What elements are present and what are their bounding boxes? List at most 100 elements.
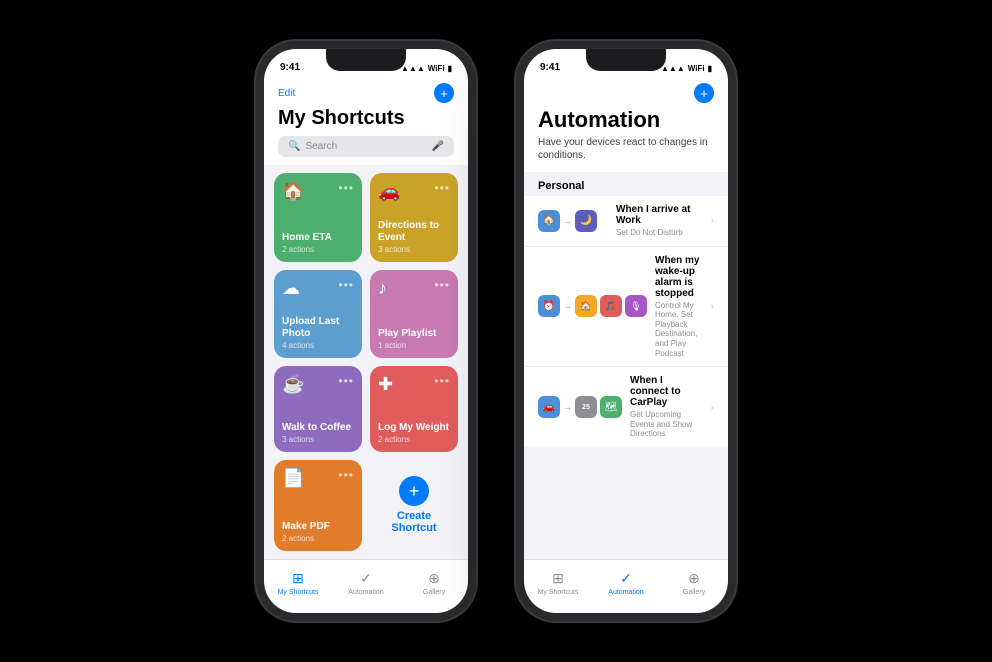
battery-icon-2: ▮: [708, 64, 712, 73]
page-title-shortcuts: My Shortcuts: [278, 107, 454, 130]
arrow-2: →: [563, 301, 572, 311]
tile-walk-coffee[interactable]: ☕ ••• Walk to Coffee 3 actions: [274, 366, 362, 452]
carplay-25-icon: 25: [575, 396, 597, 418]
tile-actions-directions: 3 actions: [378, 245, 450, 254]
status-icons-2: ▲▲▲ WiFi ▮: [661, 64, 712, 73]
work-moon-icon: 🌙: [575, 210, 597, 232]
tile-icon-cloud: ☁: [282, 278, 300, 299]
tile-name-playlist: Play Playlist: [378, 328, 450, 340]
alarm-info: When my wake-up alarm is stopped Control…: [655, 255, 703, 359]
tile-name-pdf: Make PDF: [282, 521, 354, 533]
tile-make-pdf[interactable]: 📄 ••• Make PDF 2 actions: [274, 460, 362, 552]
wifi-icon-2: WiFi: [688, 64, 705, 73]
tile-icon-car: 🚗: [378, 181, 400, 202]
add-automation-button[interactable]: +: [694, 83, 714, 103]
gallery-tab-label-1: Gallery: [423, 589, 445, 596]
work-home-icon: 🏠: [538, 210, 560, 232]
create-shortcut-label: Create Shortcut: [378, 510, 450, 534]
create-shortcut-button[interactable]: +: [399, 476, 429, 506]
carplay-chevron: ›: [711, 402, 714, 413]
tab-my-shortcuts-2[interactable]: ⊞ My Shortcuts: [524, 570, 592, 596]
tile-menu-home[interactable]: •••: [338, 181, 354, 195]
work-icons: 🏠 → 🌙: [538, 210, 608, 232]
mic-icon: 🎤: [432, 141, 444, 152]
alarm-music-icon: 🎵: [600, 295, 622, 317]
shortcuts-grid: 🏠 ••• Home ETA 2 actions 🚗 ••• Direction…: [264, 165, 468, 559]
tab-automation-1[interactable]: ✓ Automation: [332, 570, 400, 596]
edit-button[interactable]: Edit: [278, 88, 295, 99]
tile-menu-coffee[interactable]: •••: [338, 374, 354, 388]
notch: [326, 49, 406, 71]
tile-name-home: Home ETA: [282, 232, 354, 244]
add-shortcut-button[interactable]: +: [434, 83, 454, 103]
tile-upload-photo[interactable]: ☁ ••• Upload Last Photo 4 actions: [274, 270, 362, 359]
automation-page-title: Automation: [538, 107, 714, 133]
tab-automation-2[interactable]: ✓ Automation: [592, 570, 660, 596]
tile-play-playlist[interactable]: ♪ ••• Play Playlist 1 action: [370, 270, 458, 359]
status-icons-1: ▲▲▲ WiFi ▮: [401, 64, 452, 73]
gallery-tab-icon-1: ⊕: [428, 570, 440, 587]
tile-name-weight: Log My Weight: [378, 422, 450, 434]
tile-menu-weight[interactable]: •••: [434, 374, 450, 388]
work-info: When I arrive at Work Set Do Not Disturb: [616, 204, 703, 238]
carplay-subtitle: Get Upcoming Events and Show Directions: [630, 410, 703, 439]
tab-gallery-2[interactable]: ⊕ Gallery: [660, 570, 728, 596]
tile-icon-coffee: ☕: [282, 374, 304, 395]
tab-bar-2: ⊞ My Shortcuts ✓ Automation ⊕ Gallery: [524, 559, 728, 613]
work-title: When I arrive at Work: [616, 204, 703, 226]
tab-gallery-1[interactable]: ⊕ Gallery: [400, 570, 468, 596]
tile-menu-car[interactable]: •••: [434, 181, 450, 195]
create-shortcut-tile[interactable]: + Create Shortcut: [370, 460, 458, 552]
tile-name-directions: Directions to Event: [378, 220, 450, 244]
alarm-podcast-icon: 🎙: [625, 295, 647, 317]
search-icon: 🔍: [288, 141, 300, 152]
arrow-1: →: [563, 216, 572, 226]
shortcuts-tab-icon: ⊞: [292, 570, 304, 587]
tile-icon-pdf: 📄: [282, 468, 304, 489]
alarm-icons: ⏰ → 🏠 🎵 🎙: [538, 295, 647, 317]
tile-menu-cloud[interactable]: •••: [338, 278, 354, 292]
signal-icon-2: ▲▲▲: [661, 64, 685, 73]
tab-bar-1: ⊞ My Shortcuts ✓ Automation ⊕ Gallery: [264, 559, 468, 613]
automation-header: + Automation Have your devices react to …: [524, 77, 728, 172]
automation-tab-icon-2: ✓: [620, 570, 632, 587]
tile-menu-music[interactable]: •••: [434, 278, 450, 292]
tile-log-weight[interactable]: ✚ ••• Log My Weight 2 actions: [370, 366, 458, 452]
tile-menu-pdf[interactable]: •••: [338, 468, 354, 482]
gallery-tab-icon-2: ⊕: [688, 570, 700, 587]
tile-directions[interactable]: 🚗 ••• Directions to Event 3 actions: [370, 173, 458, 262]
automation-item-carplay[interactable]: 🚗 → 25 🗺 When I connect to CarPlay Get U…: [524, 367, 728, 447]
alarm-title: When my wake-up alarm is stopped: [655, 255, 703, 299]
shortcuts-tab-icon-2: ⊞: [552, 570, 564, 587]
carplay-info: When I connect to CarPlay Get Upcoming E…: [630, 375, 703, 439]
automation-item-alarm[interactable]: ⏰ → 🏠 🎵 🎙 When my: [524, 247, 728, 368]
work-subtitle: Set Do Not Disturb: [616, 228, 703, 238]
tile-actions-home: 2 actions: [282, 245, 354, 254]
shortcuts-tab-label: My Shortcuts: [278, 589, 319, 596]
tile-name-coffee: Walk to Coffee: [282, 422, 354, 434]
carplay-car-icon: 🚗: [538, 396, 560, 418]
search-bar[interactable]: 🔍 Search 🎤: [278, 136, 454, 157]
alarm-home-icon: 🏠: [575, 295, 597, 317]
work-chevron: ›: [711, 215, 714, 226]
shortcuts-header: Edit + My Shortcuts 🔍 Search 🎤: [264, 77, 468, 165]
automation-subtitle: Have your devices react to changes in co…: [538, 136, 714, 162]
alarm-chevron: ›: [711, 301, 714, 312]
tile-actions-weight: 2 actions: [378, 435, 450, 444]
search-placeholder: Search: [305, 141, 426, 152]
signal-icon: ▲▲▲: [401, 64, 425, 73]
tile-home-eta[interactable]: 🏠 ••• Home ETA 2 actions: [274, 173, 362, 262]
battery-icon: ▮: [448, 64, 452, 73]
carplay-icons: 🚗 → 25 🗺: [538, 396, 622, 418]
automation-item-work[interactable]: 🏠 → 🌙 When I arrive at Work Set Do Not D…: [524, 196, 728, 247]
section-personal: Personal: [524, 172, 728, 196]
tile-actions-upload: 4 actions: [282, 341, 354, 350]
automation-tab-label-1: Automation: [348, 589, 383, 596]
gallery-tab-label-2: Gallery: [683, 589, 705, 596]
automation-tab-label-2: Automation: [608, 589, 643, 596]
status-time-2: 9:41: [540, 62, 560, 73]
phone-automation: 9:41 ▲▲▲ WiFi ▮ + Automation Have your d…: [516, 41, 736, 621]
tile-icon-home: 🏠: [282, 181, 304, 202]
carplay-title: When I connect to CarPlay: [630, 375, 703, 408]
tab-my-shortcuts[interactable]: ⊞ My Shortcuts: [264, 570, 332, 596]
